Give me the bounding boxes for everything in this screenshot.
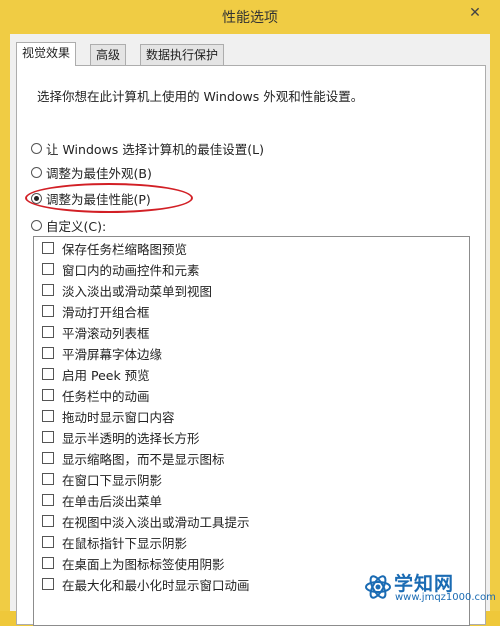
checkbox[interactable] <box>42 473 54 485</box>
checkbox-label: 任务栏中的动画 <box>62 388 150 404</box>
checkbox[interactable] <box>42 368 54 380</box>
checkbox[interactable] <box>42 326 54 338</box>
list-item[interactable]: 任务栏中的动画 <box>42 385 150 405</box>
list-item[interactable]: 在视图中淡入淡出或滑动工具提示 <box>42 511 250 531</box>
list-item[interactable]: 在桌面上为图标标签使用阴影 <box>42 553 225 573</box>
checkbox-label: 窗口内的动画控件和元素 <box>62 262 200 278</box>
radio-let-windows-choose[interactable]: 让 Windows 选择计算机的最佳设置(L) <box>31 139 264 157</box>
checkbox-label: 启用 Peek 预览 <box>62 367 150 383</box>
performance-options-window: 性能选项 ✕ 视觉效果 高级 数据执行保护 选择你想在此计算机上使用的 Wind… <box>0 0 500 626</box>
list-item[interactable]: 显示缩略图，而不是显示图标 <box>42 448 225 468</box>
checkbox-label: 平滑滚动列表框 <box>62 325 150 341</box>
radio-label: 调整为最佳外观(B) <box>46 165 152 181</box>
checkbox[interactable] <box>42 389 54 401</box>
radio-button[interactable] <box>31 142 42 154</box>
panel-description: 选择你想在此计算机上使用的 Windows 外观和性能设置。 <box>37 89 364 104</box>
list-item[interactable]: 滑动打开组合框 <box>42 301 150 321</box>
checkbox[interactable] <box>42 494 54 506</box>
list-item[interactable]: 显示半透明的选择长方形 <box>42 427 200 447</box>
checkbox[interactable] <box>42 578 54 590</box>
list-item[interactable]: 窗口内的动画控件和元素 <box>42 259 200 279</box>
dialog-client-area: 视觉效果 高级 数据执行保护 选择你想在此计算机上使用的 Windows 外观和… <box>10 34 490 626</box>
radio-label: 调整为最佳性能(P) <box>46 191 151 207</box>
checkbox[interactable] <box>42 536 54 548</box>
checkbox-label: 显示半透明的选择长方形 <box>62 430 200 446</box>
list-item[interactable]: 保存任务栏缩略图预览 <box>42 238 187 258</box>
radio-button[interactable] <box>31 166 42 178</box>
checkbox[interactable] <box>42 242 54 254</box>
checkbox[interactable] <box>42 410 54 422</box>
checkbox-label: 滑动打开组合框 <box>62 304 150 320</box>
radio-custom[interactable]: 自定义(C): <box>31 216 106 234</box>
watermark-url: www.jmqz1000.com <box>395 592 496 603</box>
checkbox-label: 保存任务栏缩略图预览 <box>62 241 188 257</box>
close-icon: ✕ <box>469 5 481 21</box>
list-item[interactable]: 在最大化和最小化时显示窗口动画 <box>42 574 250 594</box>
radio-best-performance[interactable]: 调整为最佳性能(P) <box>31 189 151 207</box>
tab-visual-effects[interactable]: 视觉效果 <box>16 42 77 66</box>
list-item[interactable]: 平滑滚动列表框 <box>42 322 150 342</box>
checkbox[interactable] <box>42 515 54 527</box>
checkbox-label: 显示缩略图，而不是显示图标 <box>62 451 225 467</box>
tab-data-execution-prevention[interactable]: 数据执行保护 <box>140 44 225 65</box>
title-bar[interactable]: 性能选项 ✕ <box>0 0 500 34</box>
radio-label: 让 Windows 选择计算机的最佳设置(L) <box>46 141 264 157</box>
checkbox-label: 平滑屏幕字体边缘 <box>62 346 163 362</box>
site-watermark: 学知网 www.jmqz1000.com <box>364 569 496 607</box>
checkbox[interactable] <box>42 557 54 569</box>
checkbox-label: 淡入淡出或滑动菜单到视图 <box>62 283 213 299</box>
checkbox[interactable] <box>42 431 54 443</box>
close-button[interactable]: ✕ <box>460 2 490 24</box>
radio-button-selected[interactable] <box>31 192 42 204</box>
checkbox[interactable] <box>42 263 54 275</box>
checkbox[interactable] <box>42 452 54 464</box>
atom-logo-icon <box>365 575 391 599</box>
radio-best-appearance[interactable]: 调整为最佳外观(B) <box>31 163 152 181</box>
radio-button[interactable] <box>31 219 42 231</box>
checkbox[interactable] <box>42 305 54 317</box>
checkbox-label: 拖动时显示窗口内容 <box>62 409 175 425</box>
checkbox-label: 在窗口下显示阴影 <box>62 472 163 488</box>
checkbox-label: 在单击后淡出菜单 <box>62 493 163 509</box>
list-item[interactable]: 在单击后淡出菜单 <box>42 490 162 510</box>
checkbox[interactable] <box>42 347 54 359</box>
checkbox-label: 在最大化和最小化时显示窗口动画 <box>62 577 250 593</box>
checkbox-label: 在视图中淡入淡出或滑动工具提示 <box>62 514 250 530</box>
list-item[interactable]: 在窗口下显示阴影 <box>42 469 162 489</box>
radio-label: 自定义(C): <box>46 218 107 234</box>
window-title: 性能选项 <box>222 10 278 26</box>
list-item[interactable]: 启用 Peek 预览 <box>42 364 150 384</box>
list-item[interactable]: 在鼠标指针下显示阴影 <box>42 532 187 552</box>
checkbox-label: 在桌面上为图标标签使用阴影 <box>62 556 225 572</box>
visual-effects-panel: 选择你想在此计算机上使用的 Windows 外观和性能设置。 让 Windows… <box>16 65 486 626</box>
visual-effects-checklist[interactable]: 保存任务栏缩略图预览 窗口内的动画控件和元素 淡入淡出或滑动菜单到视图 滑动打开… <box>33 236 470 626</box>
checkbox[interactable] <box>42 284 54 296</box>
list-item[interactable]: 平滑屏幕字体边缘 <box>42 343 162 363</box>
tab-advanced[interactable]: 高级 <box>90 44 127 65</box>
list-item[interactable]: 拖动时显示窗口内容 <box>42 406 175 426</box>
list-item[interactable]: 淡入淡出或滑动菜单到视图 <box>42 280 212 300</box>
checkbox-label: 在鼠标指针下显示阴影 <box>62 535 188 551</box>
